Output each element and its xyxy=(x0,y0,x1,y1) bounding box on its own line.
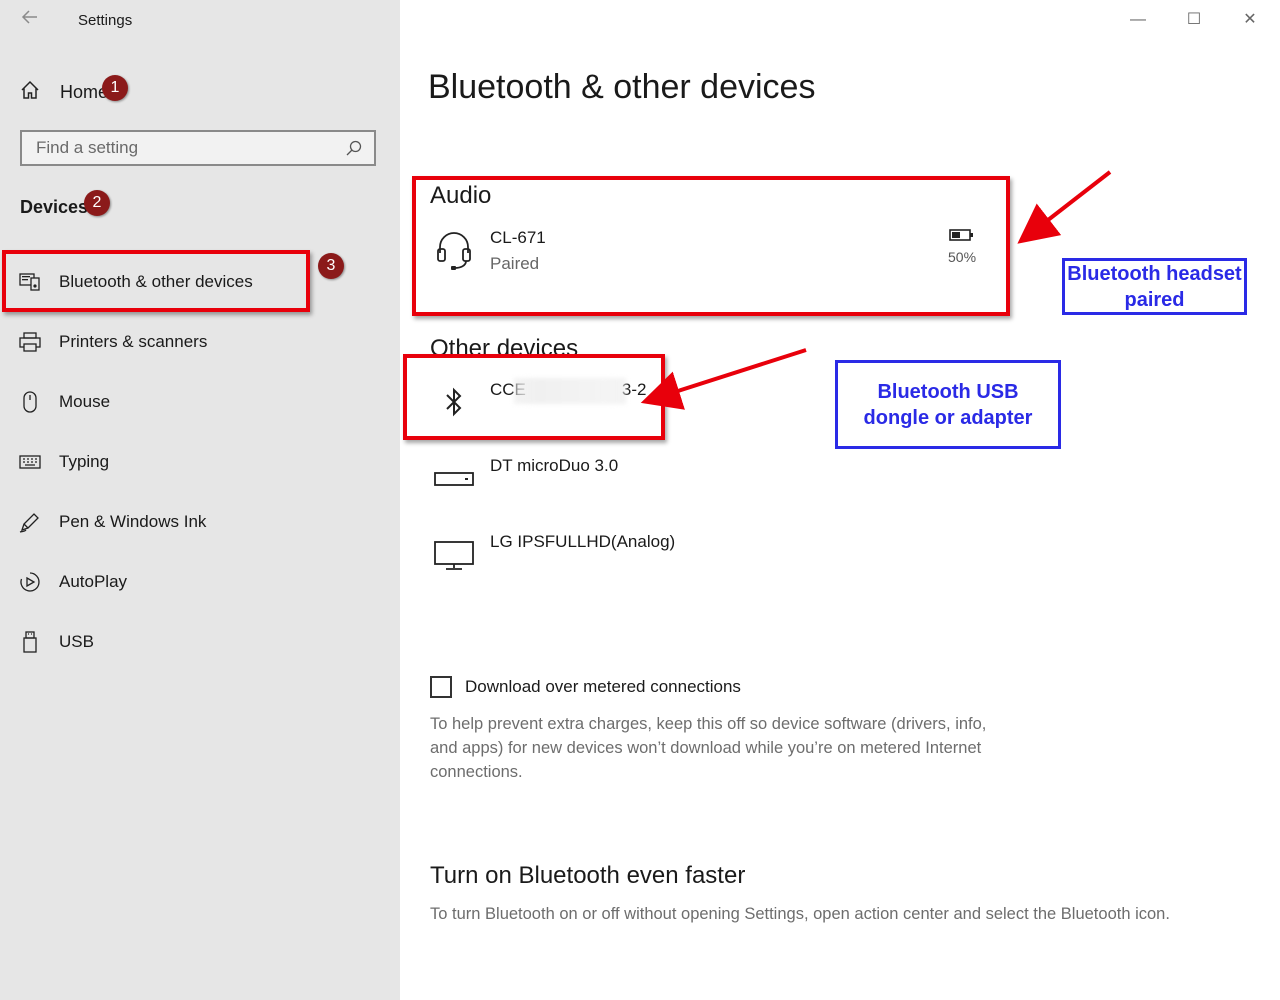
back-arrow-icon[interactable] xyxy=(18,8,42,32)
device-row-monitor[interactable]: LG IPSFULLHD(Analog) xyxy=(434,532,675,576)
search-box[interactable] xyxy=(20,130,376,166)
annotation-note-headset: Bluetooth headset paired xyxy=(1062,258,1247,315)
metered-help-text: To help prevent extra charges, keep this… xyxy=(430,715,987,781)
sidebar-item-label: Typing xyxy=(59,452,110,471)
annotation-badge-1: 1 xyxy=(102,75,128,101)
annotation-note-dongle: Bluetooth USB dongle or adapter xyxy=(835,360,1061,449)
minimize-button[interactable]: — xyxy=(1126,8,1150,32)
section-label-devices: Devices xyxy=(20,197,89,217)
sidebar-item-label: USB xyxy=(59,632,94,651)
metered-label: Download over metered connections xyxy=(465,677,741,696)
annotation-badge-2: 2 xyxy=(84,190,110,216)
device-name: LG IPSFULLHD(Analog) xyxy=(490,532,676,551)
search-icon[interactable] xyxy=(340,134,368,162)
sidebar: Settings Home Devices Bluetooth & other … xyxy=(0,0,400,1000)
sidebar-item-label: AutoPlay xyxy=(59,572,128,591)
sidebar-home-label: Home xyxy=(60,81,109,102)
faster-section-text: To turn Bluetooth on or off without open… xyxy=(430,905,1170,923)
keyboard-icon xyxy=(18,450,42,474)
page-title: Bluetooth & other devices xyxy=(428,68,816,106)
sidebar-item-autoplay[interactable]: AutoPlay xyxy=(0,558,400,606)
sidebar-item-label: Mouse xyxy=(59,392,111,411)
metered-checkbox-row[interactable]: Download over metered connections xyxy=(430,676,741,698)
sidebar-item-usb[interactable]: USB xyxy=(0,618,400,666)
app-title: Settings xyxy=(78,12,133,29)
annotation-badge-3: 3 xyxy=(318,253,344,279)
autoplay-icon xyxy=(18,570,42,594)
printer-icon xyxy=(18,330,42,354)
search-input[interactable] xyxy=(22,137,340,159)
sidebar-item-printers[interactable]: Printers & scanners xyxy=(0,318,400,366)
sidebar-home[interactable]: Home xyxy=(20,78,108,106)
annotation-arrow-headset xyxy=(1017,170,1112,244)
close-button[interactable]: ✕ xyxy=(1238,8,1262,32)
device-row-usb-drive[interactable]: DT microDuo 3.0 xyxy=(434,456,618,500)
device-name: DT microDuo 3.0 xyxy=(490,456,619,475)
home-icon xyxy=(20,80,40,105)
monitor-icon xyxy=(434,532,474,576)
sidebar-item-label: Pen & Windows Ink xyxy=(59,512,207,531)
maximize-button[interactable]: ☐ xyxy=(1182,8,1206,32)
mouse-icon xyxy=(18,390,42,414)
annotation-box-audio xyxy=(412,176,1010,316)
annotation-box-bluetooth-nav xyxy=(2,250,310,312)
annotation-box-dongle xyxy=(403,354,665,440)
faster-section-title: Turn on Bluetooth even faster xyxy=(430,862,746,889)
pen-icon xyxy=(18,510,42,534)
sidebar-item-typing[interactable]: Typing xyxy=(0,438,400,486)
annotation-arrow-dongle xyxy=(640,348,807,410)
usb-icon xyxy=(18,630,42,654)
sidebar-item-pen[interactable]: Pen & Windows Ink xyxy=(0,498,400,546)
sidebar-item-mouse[interactable]: Mouse xyxy=(0,378,400,426)
sidebar-item-label: Printers & scanners xyxy=(59,332,208,351)
usb-drive-icon xyxy=(434,456,474,500)
metered-checkbox[interactable] xyxy=(430,676,452,698)
